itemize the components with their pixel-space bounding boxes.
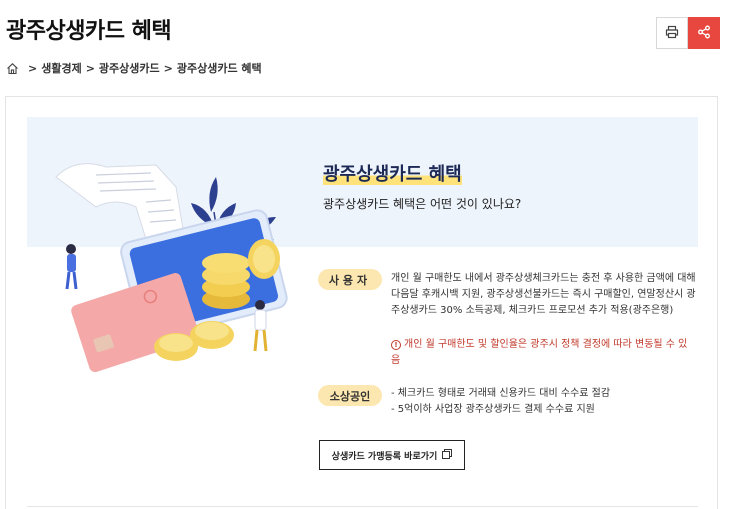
hero-title-text: 광주상생카드 혜택: [323, 164, 462, 185]
link-button-label: 상생카드 가맹등록 바로가기: [331, 451, 438, 462]
share-icon: [697, 24, 711, 43]
hero-title: 광주상생카드 혜택: [323, 160, 462, 186]
share-button[interactable]: [688, 17, 720, 49]
list-item: 5억이하 사업장 광주상생카드 결제 수수료 지원: [391, 402, 610, 418]
merchant-registration-link-button[interactable]: 상생카드 가맹등록 바로가기: [319, 440, 465, 470]
page-title: 광주상생카드 혜택: [6, 19, 172, 44]
external-link-icon: [442, 448, 453, 462]
warning-icon: !: [391, 340, 401, 350]
home-icon[interactable]: [6, 62, 19, 75]
printer-icon: [665, 24, 679, 43]
content-card: 광주상생카드 혜택 광주상생카드 혜택은 어떤 것이 있나요? 사용자 개인 월…: [5, 96, 718, 509]
small-business-badge: 소상공인: [318, 385, 382, 406]
divider: [27, 506, 698, 507]
list-item: 체크카드 형태로 거래돼 신용카드 대비 수수료 절감: [391, 386, 610, 402]
hero-subtitle: 광주상생카드 혜택은 어떤 것이 있나요?: [323, 197, 522, 211]
warning-text: 개인 월 구매한도 및 할인율은 광주시 정책 결정에 따라 변동될 수 있음: [391, 339, 688, 366]
breadcrumb-separator: >: [28, 61, 38, 75]
small-business-benefit-list: 체크카드 형태로 거래돼 신용카드 대비 수수료 절감 5억이하 사업장 광주상…: [391, 386, 610, 418]
user-badge: 사용자: [318, 269, 382, 290]
print-button[interactable]: [656, 17, 688, 49]
breadcrumb-item-gwangju-card[interactable]: 광주상생카드: [99, 60, 160, 76]
breadcrumb-item-life-economy[interactable]: 생활경제: [41, 60, 81, 76]
breadcrumb: > 생활경제 > 광주상생카드 > 광주상생카드 혜택: [6, 60, 262, 76]
card-benefit-illustration: [36, 137, 306, 377]
user-benefit-warning: ! 개인 월 구매한도 및 할인율은 광주시 정책 결정에 따라 변동될 수 있음: [391, 337, 696, 369]
breadcrumb-separator: >: [163, 61, 173, 75]
user-benefit-description: 개인 월 구매한도 내에서 광주상생체크카드는 충전 후 사용한 금액에 대해 …: [391, 273, 696, 316]
breadcrumb-item-current: 광주상생카드 혜택: [176, 62, 262, 75]
breadcrumb-separator: >: [85, 61, 95, 75]
